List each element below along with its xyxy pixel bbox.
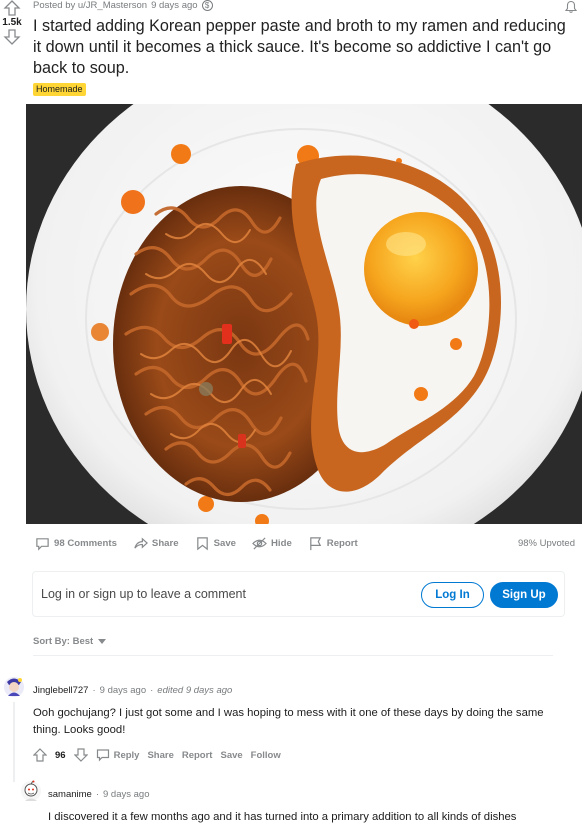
hide-label: Hide bbox=[271, 537, 292, 549]
comment-meta: Jinglebell727 · 9 days ago · edited 9 da… bbox=[33, 685, 232, 696]
post-age: 9 days ago bbox=[151, 0, 198, 11]
comment-follow-button[interactable]: Follow bbox=[251, 750, 281, 761]
comment-edited: edited 9 days ago bbox=[157, 685, 233, 696]
avatar[interactable] bbox=[20, 780, 42, 802]
eye-slash-icon bbox=[252, 536, 267, 550]
comment-age: 9 days ago bbox=[103, 789, 150, 800]
login-button[interactable]: Log In bbox=[421, 582, 484, 608]
post-meta: Posted by u/JR_Masterson 9 days ago $ bbox=[33, 0, 213, 11]
thread-line[interactable] bbox=[13, 702, 15, 782]
upvote-icon[interactable] bbox=[33, 748, 47, 762]
comment-icon bbox=[36, 537, 49, 551]
comment-body: I discovered it a few months ago and it … bbox=[48, 811, 517, 823]
bookmark-icon bbox=[196, 536, 208, 550]
post-score: 1.5k bbox=[2, 17, 22, 28]
comment-login-prompt: Log in or sign up to leave a comment Log… bbox=[32, 571, 565, 617]
comment-save-button[interactable]: Save bbox=[220, 750, 242, 761]
login-prompt-text: Log in or sign up to leave a comment bbox=[41, 587, 246, 601]
hide-button[interactable]: Hide bbox=[252, 536, 292, 551]
downvote-icon[interactable] bbox=[3, 29, 21, 45]
reply-button[interactable]: Reply bbox=[96, 748, 140, 762]
comments-count: 98 Comments bbox=[54, 537, 117, 549]
post-actions-bar: 98 Comments Share Save Hide Report 98% U… bbox=[35, 533, 575, 553]
downvote-icon[interactable] bbox=[73, 748, 88, 762]
comment-actions: 96 Reply Share Report Save Follow bbox=[33, 748, 281, 762]
report-button[interactable]: Report bbox=[308, 536, 358, 551]
share-label: Share bbox=[151, 537, 179, 549]
bell-icon[interactable] bbox=[564, 0, 578, 14]
report-label: Report bbox=[326, 537, 358, 549]
posted-by[interactable]: Posted by u/JR_Masterson bbox=[33, 0, 147, 11]
comment-meta: samanime · 9 days ago bbox=[48, 789, 149, 800]
divider bbox=[33, 655, 553, 656]
comment-age: 9 days ago bbox=[99, 685, 147, 696]
save-label: Save bbox=[213, 537, 236, 549]
comments-button[interactable]: 98 Comments bbox=[35, 536, 117, 551]
post-flair[interactable]: Homemade bbox=[33, 83, 86, 96]
separator: · bbox=[92, 685, 96, 696]
upvote-ratio: 98% Upvoted bbox=[517, 537, 575, 549]
sort-label: Sort By: Best bbox=[33, 636, 94, 647]
chevron-down-icon bbox=[98, 639, 107, 644]
upvote-icon[interactable] bbox=[3, 0, 21, 16]
avatar[interactable] bbox=[3, 676, 25, 698]
comment-author[interactable]: samanime bbox=[48, 789, 92, 800]
flag-icon bbox=[310, 536, 321, 550]
reply-label: Reply bbox=[113, 749, 140, 761]
save-button[interactable]: Save bbox=[195, 536, 236, 551]
sort-dropdown[interactable]: Sort By: Best bbox=[33, 636, 107, 647]
comment-share-button[interactable]: Share bbox=[147, 750, 173, 761]
ramen-photo bbox=[26, 104, 582, 524]
coin-award-icon: $ bbox=[201, 0, 213, 11]
separator: · bbox=[95, 789, 99, 800]
comment-icon bbox=[96, 749, 109, 762]
post-image[interactable] bbox=[26, 104, 582, 524]
comment-score: 96 bbox=[55, 749, 66, 761]
share-icon bbox=[134, 536, 148, 549]
comment-author[interactable]: Jinglebell727 bbox=[33, 685, 88, 696]
post-title: I started adding Korean pepper paste and… bbox=[33, 17, 566, 77]
vote-column: 1.5k bbox=[0, 0, 24, 45]
comment-body: Ooh gochujang? I just got some and I was… bbox=[33, 707, 544, 736]
separator: · bbox=[150, 685, 154, 696]
signup-button[interactable]: Sign Up bbox=[490, 582, 558, 608]
comment-report-button[interactable]: Report bbox=[182, 750, 213, 761]
share-button[interactable]: Share bbox=[133, 536, 179, 551]
